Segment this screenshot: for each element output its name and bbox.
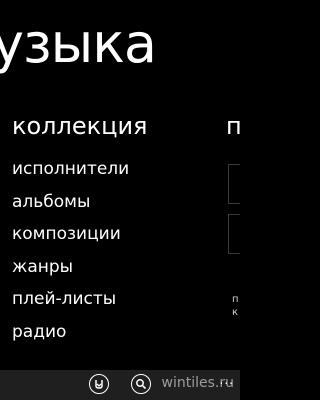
collection-item-genres[interactable]: жанры <box>12 251 129 284</box>
search-icon <box>136 379 147 390</box>
collection-item-songs[interactable]: композиции <box>12 218 129 251</box>
hub-title: узыка <box>0 12 157 75</box>
search-button[interactable] <box>131 374 151 394</box>
collection-list: исполнители альбомы композиции жанры пле… <box>12 153 129 348</box>
music-hub-screen: узыка коллекция п исполнители альбомы ко… <box>0 0 240 400</box>
next-section-text: к <box>232 307 239 318</box>
smartdj-icon <box>95 380 103 389</box>
next-section-tile[interactable] <box>228 164 240 204</box>
collection-item-albums[interactable]: альбомы <box>12 186 129 219</box>
next-section-tile[interactable] <box>228 214 240 254</box>
watermark-text: wintiles.ru <box>161 375 234 391</box>
next-section-text: п <box>232 294 239 305</box>
section-header-collection[interactable]: коллекция <box>12 112 148 140</box>
smartdj-button[interactable] <box>89 374 109 394</box>
section-header-next-peek[interactable]: п <box>226 112 240 140</box>
collection-item-radio[interactable]: радио <box>12 316 129 349</box>
collection-item-artists[interactable]: исполнители <box>12 153 129 186</box>
collection-item-playlists[interactable]: плей-листы <box>12 283 129 316</box>
